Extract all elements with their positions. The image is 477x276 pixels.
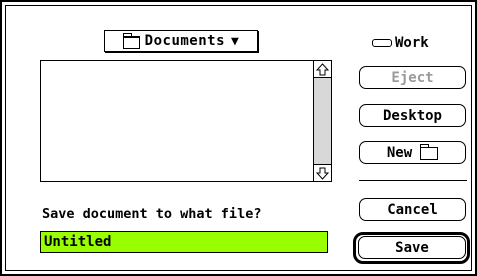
save-prompt-label: Save document to what file? [42, 206, 262, 222]
disk-name-label: Work [372, 35, 429, 51]
scroll-down-arrow-icon[interactable] [314, 164, 331, 181]
button-divider [359, 180, 467, 181]
new-folder-button[interactable]: New [359, 141, 466, 164]
desktop-button[interactable]: Desktop [359, 104, 466, 127]
folder-popup-label: Documents [144, 33, 226, 49]
cancel-button[interactable]: Cancel [359, 198, 466, 221]
file-list-scrollbar[interactable] [313, 61, 331, 181]
new-folder-label: New [386, 144, 413, 161]
eject-button[interactable]: Eject [359, 66, 466, 89]
scroll-up-arrow-icon[interactable] [314, 61, 331, 78]
save-button[interactable]: Save [358, 236, 466, 259]
dropdown-arrow-icon: ▼ [231, 33, 240, 49]
folder-icon [122, 32, 140, 49]
disk-icon [372, 39, 392, 47]
file-list[interactable] [40, 60, 332, 182]
filename-input[interactable] [40, 231, 328, 253]
disk-name: Work [395, 35, 429, 51]
new-folder-icon [420, 144, 439, 160]
save-dialog: Documents ▼ Work Eject Desktop New Cance… [0, 0, 477, 276]
folder-popup-menu[interactable]: Documents ▼ [104, 30, 258, 52]
